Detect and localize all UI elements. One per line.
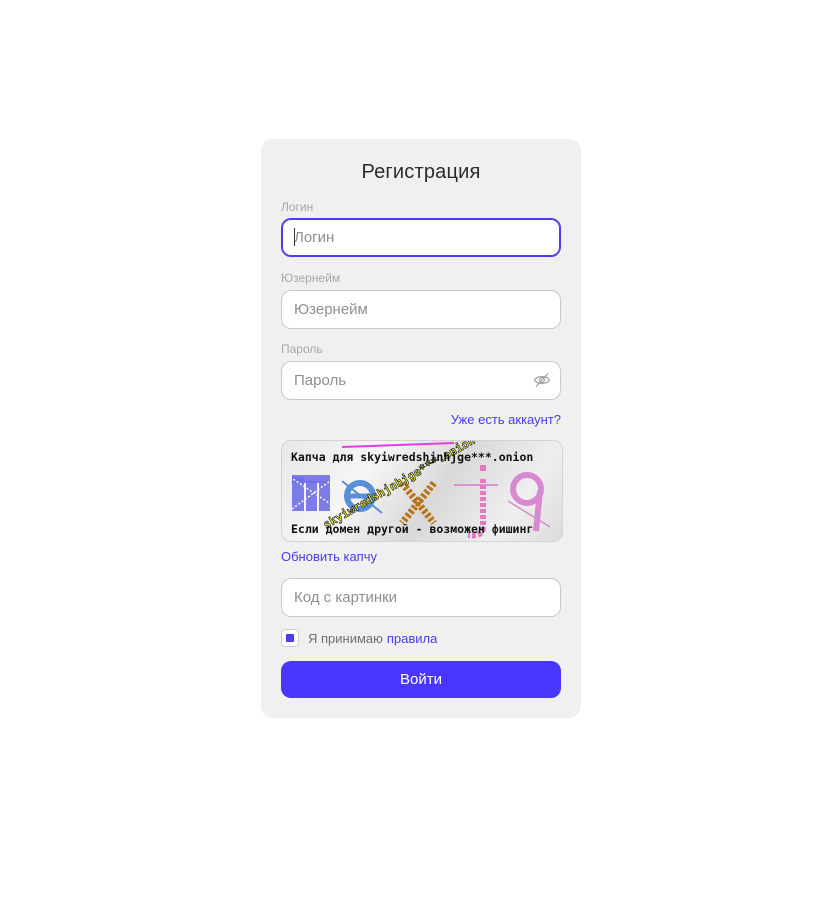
registration-card: Регистрация Логин Юзернейм Пароль Уже ес… — [261, 139, 581, 718]
password-label: Пароль — [281, 342, 323, 356]
checkbox-check-mark — [286, 634, 294, 642]
captcha-glyph-x — [399, 480, 437, 526]
eye-off-icon[interactable] — [533, 372, 551, 388]
captcha-glyph-m — [289, 475, 333, 511]
captcha-text-line2: Если домен другой - возможен фишинг — [291, 522, 534, 536]
captcha-image: skyiwredshjnhjge***.onion Капча для skyi… — [281, 440, 563, 542]
refresh-captcha-link[interactable]: Обновить капчу — [281, 549, 377, 564]
agree-checkbox[interactable] — [281, 629, 299, 647]
rules-link[interactable]: правила — [387, 631, 437, 646]
page-title: Регистрация — [361, 161, 481, 183]
username-input[interactable] — [281, 290, 561, 329]
agree-text: Я принимаю — [308, 630, 383, 646]
password-input[interactable] — [281, 361, 561, 400]
submit-button[interactable]: Войти — [281, 661, 561, 698]
username-label: Юзернейм — [281, 271, 341, 285]
login-label: Логин — [281, 200, 314, 214]
text-caret — [294, 228, 295, 246]
login-input[interactable] — [281, 218, 561, 257]
have-account-link[interactable]: Уже есть аккаунт? — [451, 412, 561, 427]
agree-row: Я принимаю правила — [281, 629, 437, 647]
captcha-text-line1: Капча для skyiwredshjnhjge***.onion — [291, 450, 534, 464]
captcha-code-input[interactable] — [281, 578, 561, 617]
